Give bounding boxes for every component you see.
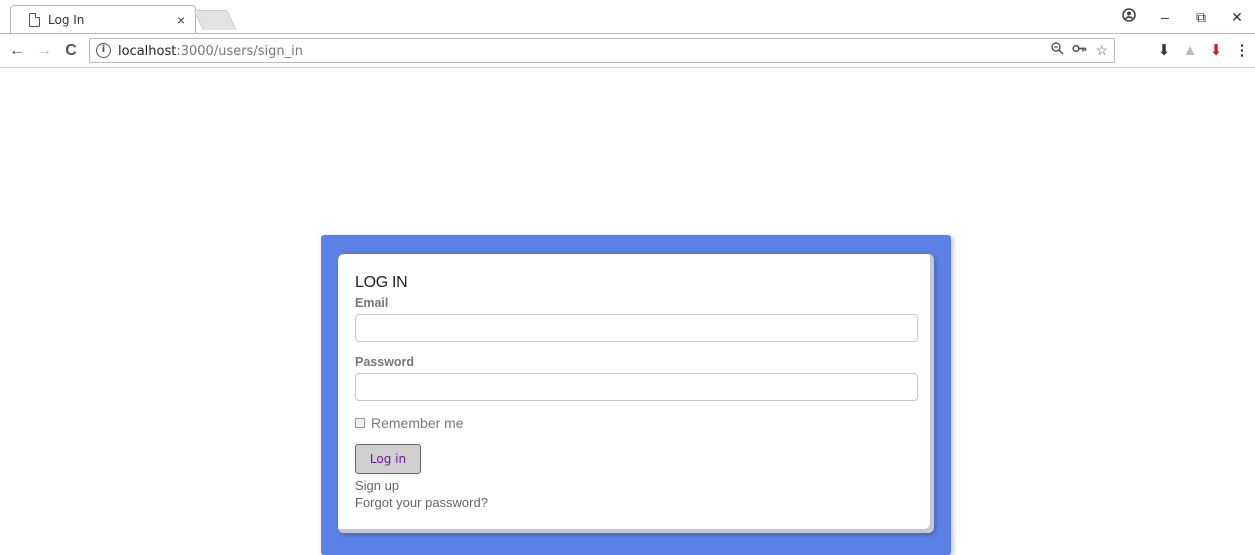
reload-icon[interactable]: C — [60, 40, 82, 62]
tab-title: Log In — [48, 13, 85, 27]
forgot-password-link[interactable]: Forgot your password? — [355, 495, 488, 510]
password-field[interactable] — [355, 373, 918, 401]
omnibox-icons: ☆ — [1051, 42, 1108, 58]
browser-toolbar: ← → C i localhost:3000/users/sign_in ☆ ⬇… — [0, 34, 1255, 68]
restore-button[interactable]: ⧉ — [1183, 0, 1219, 34]
key-icon[interactable] — [1072, 42, 1087, 58]
zoom-icon[interactable] — [1051, 42, 1064, 58]
bookmark-star-icon[interactable]: ☆ — [1095, 42, 1108, 58]
email-field[interactable] — [355, 314, 918, 342]
tab-strip: Log In × – ⧉ ✕ — [0, 0, 1255, 34]
menu-dots-icon[interactable]: ⋮ — [1229, 40, 1255, 62]
download-icon[interactable]: ⬇ — [1151, 40, 1177, 62]
account-icon[interactable] — [1111, 0, 1147, 34]
tab-log-in[interactable]: Log In × — [10, 5, 196, 34]
email-label: Email — [355, 296, 389, 310]
remember-checkbox[interactable] — [355, 418, 365, 428]
login-card: LOG IN Email Password Remember me Log in… — [338, 254, 934, 533]
log-in-button[interactable]: Log in — [355, 444, 421, 474]
window-controls: – ⧉ ✕ — [1111, 0, 1255, 34]
remember-label: Remember me — [371, 415, 464, 431]
minimize-button[interactable]: – — [1147, 0, 1183, 34]
sign-up-link[interactable]: Sign up — [355, 478, 399, 493]
forward-arrow-icon[interactable]: → — [33, 40, 55, 62]
back-arrow-icon[interactable]: ← — [6, 40, 28, 62]
download-red-icon[interactable]: ⬇ — [1203, 40, 1229, 62]
new-tab-button[interactable] — [193, 10, 237, 30]
url-text[interactable]: localhost:3000/users/sign_in — [118, 44, 303, 59]
address-bar[interactable]: i localhost:3000/users/sign_in ☆ — [89, 38, 1115, 63]
tab-close-icon[interactable]: × — [177, 10, 185, 30]
password-label: Password — [355, 355, 415, 369]
remember-me[interactable]: Remember me — [355, 415, 464, 431]
page-title: LOG IN — [355, 274, 408, 291]
login-panel: LOG IN Email Password Remember me Log in… — [321, 235, 951, 555]
drive-icon[interactable]: ▲ — [1177, 40, 1203, 62]
info-icon[interactable]: i — [96, 43, 111, 58]
extension-icons: ⬇ ▲ ⬇ ⋮ — [1151, 40, 1255, 62]
close-window-button[interactable]: ✕ — [1219, 0, 1255, 34]
page-icon — [29, 13, 40, 27]
